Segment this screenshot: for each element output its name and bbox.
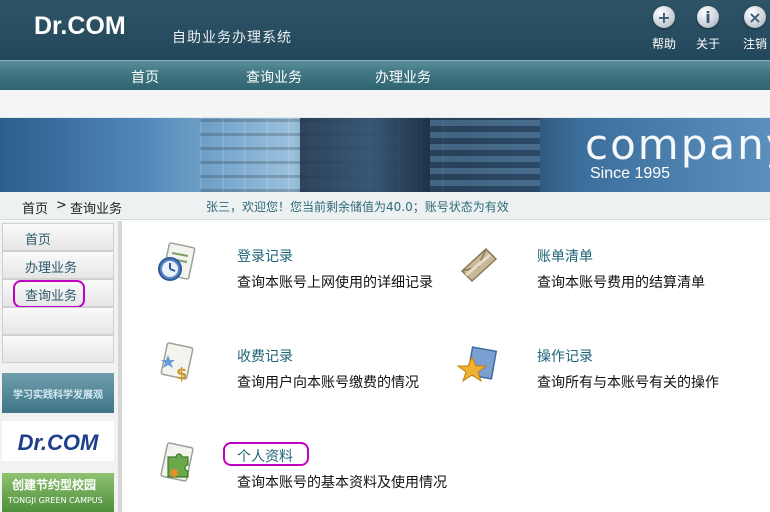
info-icon: i (697, 6, 719, 28)
drcom-logo: Dr.COM (17, 430, 99, 455)
sidebar: 首页 办理业务 查询业务 学习实践科学发展观 Dr.COM 创建节约型校园 TO… (0, 221, 122, 512)
card-profile-desc: 查询本账号的基本资料及使用情况 (237, 475, 447, 491)
about-button[interactable]: i 关于 (688, 6, 728, 52)
svg-text:$: $ (176, 364, 187, 383)
nav-item-home[interactable]: 首页 (131, 67, 159, 87)
breadcrumb-home[interactable]: 首页 (22, 198, 48, 217)
nav-item-query[interactable]: 查询业务 (246, 67, 302, 87)
breadcrumb-separator: > (56, 198, 67, 213)
nav-spacer (0, 90, 770, 118)
puzzle-document-icon (160, 442, 194, 482)
help-button[interactable]: + 帮助 (644, 6, 684, 52)
welcome-message: 张三，欢迎您！您当前剩余储值为40.0；账号状态为有效 (206, 200, 509, 214)
card-payment-desc: 查询用户向本账号缴费的情况 (237, 375, 419, 391)
ad-banner-drcom[interactable]: Dr.COM (2, 421, 114, 461)
star-folder-icon (456, 346, 498, 383)
plus-icon: + (653, 6, 675, 28)
breadcrumb: 首页 > 查询业务 张三，欢迎您！您当前剩余储值为40.0；账号状态为有效 (0, 192, 770, 220)
card-payment-title[interactable]: 收费记录 (237, 346, 293, 366)
logout-label: 注销 (742, 37, 767, 51)
card-login-desc: 查询本账号上网使用的详细记录 (237, 275, 433, 291)
app-logo: Dr.COM (34, 12, 126, 40)
card-profile-highlight (223, 442, 309, 466)
card-bill-desc: 查询本账号费用的结算清单 (537, 275, 705, 291)
card-operation-desc: 查询所有与本账号有关的操作 (537, 375, 719, 391)
sidebar-item-empty (2, 335, 114, 363)
card-bill-title[interactable]: 账单清单 (537, 246, 593, 266)
main-nav: 首页 查询业务 办理业务 (0, 60, 770, 90)
green-campus-subtitle: TONGJI GREEN CAMPUS (8, 496, 103, 505)
clock-document-icon (158, 242, 196, 281)
help-label: 帮助 (651, 37, 676, 51)
logout-button[interactable]: × 注销 (735, 6, 770, 52)
building-windows (430, 118, 540, 192)
ad-banner-green-campus[interactable]: 创建节约型校园 TONGJI GREEN CAMPUS (2, 473, 114, 512)
about-label: 关于 (695, 37, 720, 51)
card-login-title[interactable]: 登录记录 (237, 246, 293, 266)
app-subtitle: 自助业务办理系统 (172, 30, 292, 46)
green-campus-title: 创建节约型校园 (12, 478, 97, 492)
app-header: Dr.COM 自助业务办理系统 + 帮助 i 关于 × 注销 (0, 0, 770, 60)
nav-item-process[interactable]: 办理业务 (375, 67, 431, 87)
close-icon: × (744, 6, 766, 28)
envelope-icon (460, 247, 498, 283)
card-operation-title[interactable]: 操作记录 (537, 346, 593, 366)
building-tower (300, 118, 440, 192)
banner-company-text: company (585, 120, 770, 169)
sidebar-query-highlight (13, 280, 85, 308)
sidebar-item-process[interactable]: 办理业务 (2, 251, 114, 279)
ad-banner-science[interactable]: 学习实践科学发展观 (2, 373, 114, 413)
main-content: 登录记录 查询本账号上网使用的详细记录 账单清单 查询本账号费用的结算清单 $ … (126, 221, 770, 512)
banner-since-text: Since 1995 (590, 165, 671, 182)
dollar-document-icon: $ (160, 342, 194, 383)
company-banner: company Since 1995 (0, 118, 770, 192)
breadcrumb-current: 查询业务 (70, 202, 123, 217)
sidebar-item-empty (2, 307, 114, 335)
sidebar-item-home[interactable]: 首页 (2, 223, 114, 251)
